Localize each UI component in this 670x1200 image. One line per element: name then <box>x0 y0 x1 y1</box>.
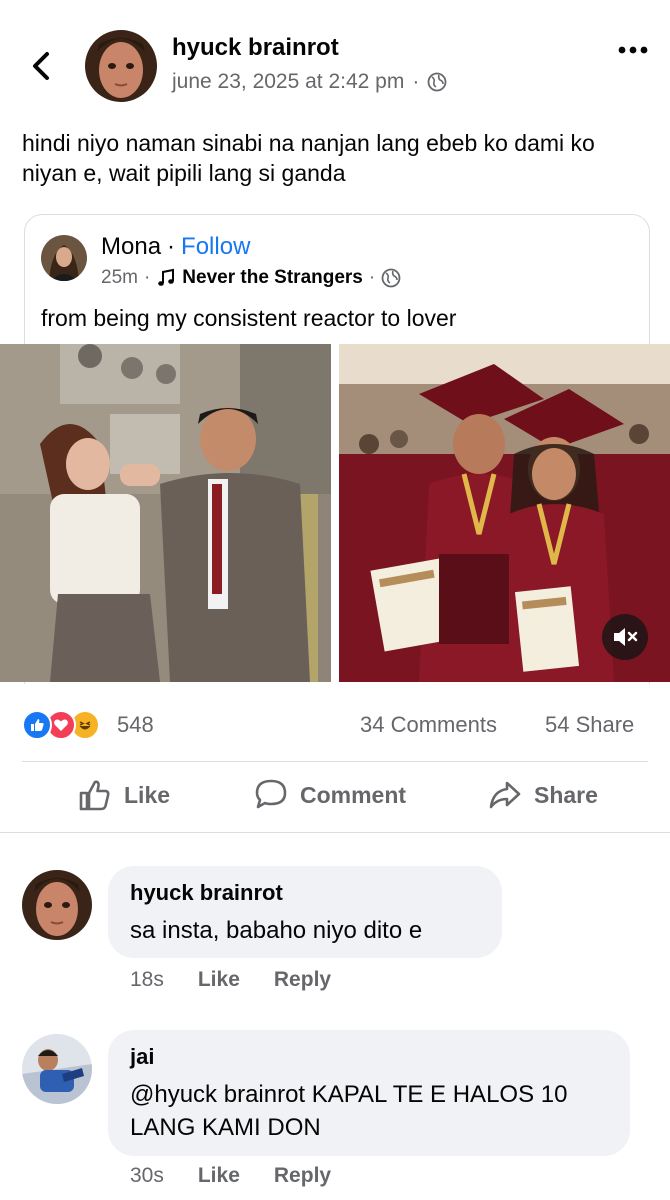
like-icon <box>22 710 52 740</box>
follow-button[interactable]: Follow <box>181 233 250 261</box>
share-label: Share <box>534 781 598 808</box>
like-label: Like <box>124 781 171 808</box>
comment-time[interactable]: 30s <box>130 1164 164 1188</box>
meta-separator: · <box>143 267 151 288</box>
more-options-button[interactable] <box>616 38 650 62</box>
commenter-name[interactable]: hyuck brainrot <box>130 880 480 906</box>
post-meta: june 23, 2025 at 2:42 pm · <box>172 70 447 94</box>
thumbs-up-icon <box>79 780 110 811</box>
comment-text: @hyuck brainrot KAPAL TE E HALOS 10 LANG… <box>130 1081 568 1141</box>
commenter-avatar[interactable] <box>22 870 92 940</box>
post-header: hyuck brainrot june 23, 2025 at 2:42 pm … <box>0 0 670 120</box>
reaction-count[interactable]: 548 <box>117 712 154 738</box>
like-button[interactable]: Like <box>78 778 170 812</box>
comment-bubble[interactable]: hyuck brainrot sa insta, babaho niyo dit… <box>108 866 502 958</box>
globe-icon <box>381 268 401 288</box>
comments-count[interactable]: 34 Comments <box>360 712 497 738</box>
post-stats: 548 34 Comments 54 Share <box>0 700 670 750</box>
name-separator: · <box>167 233 176 260</box>
mute-button[interactable] <box>602 614 648 660</box>
shared-author-name[interactable]: Mona <box>101 233 161 261</box>
shared-time[interactable]: 25m <box>101 267 138 289</box>
reaction-icons[interactable] <box>22 710 100 740</box>
comment-bubble[interactable]: jai @hyuck brainrot KAPAL TE E HALOS 10 … <box>108 1030 630 1156</box>
comment-meta: 18s Like Reply <box>130 968 331 992</box>
share-button[interactable]: Share <box>488 778 598 812</box>
action-bar: Like Comment Share <box>0 770 670 826</box>
author-avatar[interactable] <box>85 30 157 102</box>
commenter-avatar[interactable] <box>22 1034 92 1104</box>
meta-separator: · <box>368 267 376 288</box>
comment-bubble-icon <box>255 779 287 809</box>
comment-time[interactable]: 18s <box>130 968 164 992</box>
comment-like-button[interactable]: Like <box>198 1164 240 1188</box>
chevron-left-icon <box>33 52 49 80</box>
shared-author-avatar[interactable] <box>41 235 87 281</box>
shared-post-text: from being my consistent reactor to love… <box>41 305 457 331</box>
post-text: hindi niyo naman sinabi na nanjan lang e… <box>22 130 595 186</box>
comment-reply-button[interactable]: Reply <box>274 1164 331 1188</box>
commenter-name[interactable]: jai <box>130 1044 608 1070</box>
shared-meta: 25m · Never the Strangers · <box>101 267 401 289</box>
meta-separator: · <box>412 70 420 93</box>
comment-text: sa insta, babaho niyo dito e <box>130 917 423 944</box>
speaker-muted-icon <box>614 628 638 646</box>
shared-author-row: Mona · Follow <box>101 233 250 261</box>
music-title[interactable]: Never the Strangers <box>182 267 363 289</box>
post-timestamp[interactable]: june 23, 2025 at 2:42 pm <box>172 70 404 94</box>
comment-label: Comment <box>300 781 407 808</box>
share-count[interactable]: 54 Share <box>545 712 634 738</box>
more-dots-icon <box>618 46 648 54</box>
comment-button[interactable]: Comment <box>254 778 406 812</box>
globe-icon <box>427 72 447 92</box>
back-button[interactable] <box>26 48 56 84</box>
photo-couple-uniform[interactable] <box>0 344 331 682</box>
divider <box>22 761 648 762</box>
author-name[interactable]: hyuck brainrot <box>172 34 339 62</box>
comment-meta: 30s Like Reply <box>130 1164 331 1188</box>
comments-separator <box>0 832 670 833</box>
comment-like-button[interactable]: Like <box>198 968 240 992</box>
share-arrow-icon <box>489 781 521 809</box>
comment-reply-button[interactable]: Reply <box>274 968 331 992</box>
photo-grid <box>0 344 670 682</box>
music-note-icon <box>158 268 175 286</box>
